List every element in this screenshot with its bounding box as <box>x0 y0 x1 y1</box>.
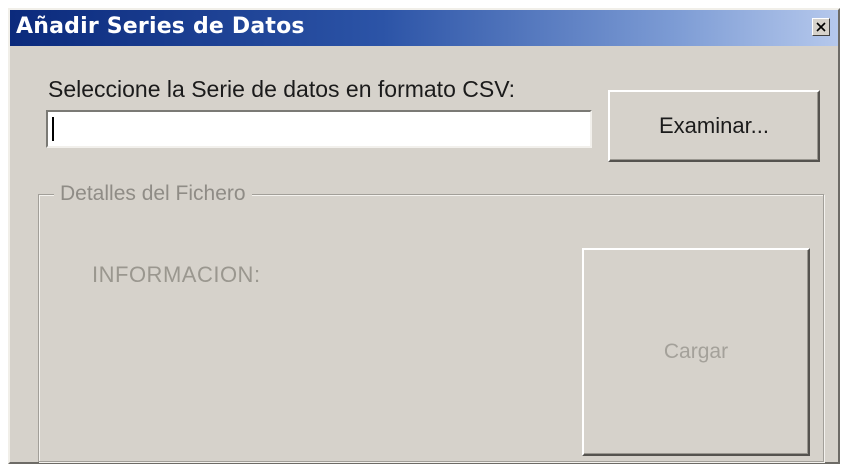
window-title: Añadir Series de Datos <box>16 14 305 39</box>
dialog-window: Añadir Series de Datos Seleccione la Ser… <box>8 8 840 464</box>
browse-button[interactable]: Examinar... <box>608 90 820 162</box>
close-icon <box>816 22 826 32</box>
text-caret <box>52 117 54 141</box>
select-csv-label: Seleccione la Serie de datos en formato … <box>48 76 516 102</box>
close-button[interactable] <box>812 18 830 36</box>
file-path-input[interactable] <box>46 110 592 148</box>
title-bar[interactable]: Añadir Series de Datos <box>10 10 838 46</box>
info-label: INFORMACION: <box>92 262 261 287</box>
file-details-legend: Detalles del Fichero <box>54 182 252 206</box>
load-button[interactable]: Cargar <box>582 248 810 456</box>
